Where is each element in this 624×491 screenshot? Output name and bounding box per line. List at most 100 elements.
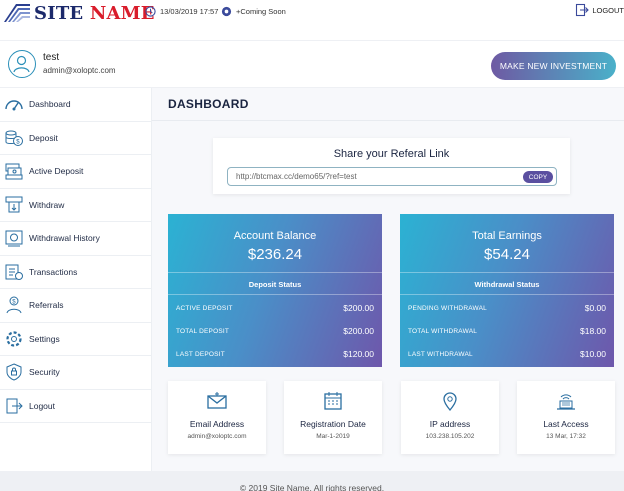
info-card-title: Registration Date <box>300 419 366 429</box>
sidebar-item-label: Deposit <box>29 132 58 143</box>
sidebar-item-settings[interactable]: Settings <box>0 323 151 356</box>
stat-row: TOTAL DEPOSIT $200.00 <box>176 325 374 337</box>
site-logo[interactable]: SITE NAME <box>2 0 155 26</box>
top-logout-label: LOGOUT <box>592 5 624 15</box>
sidebar-item-security[interactable]: Security <box>0 356 151 390</box>
datetime-display: 13/03/2019 17:57 <box>145 6 218 17</box>
info-card-value: 103.238.105.202 <box>425 433 475 440</box>
copy-button[interactable]: COPY <box>523 171 553 183</box>
avatar[interactable] <box>8 50 36 78</box>
sidebar-item-label: Active Deposit <box>29 166 84 177</box>
referral-link-text: http://btcmax.cc/demo65/?ref=test <box>236 172 357 181</box>
stat-row-label: TOTAL DEPOSIT <box>176 327 230 335</box>
stat-row: LAST WITHDRAWAL $10.00 <box>408 348 606 360</box>
email-address-card: Email Address admin@xoloptc.com <box>168 381 266 454</box>
speedometer-icon <box>4 94 24 114</box>
transactions-icon <box>4 262 24 282</box>
sidebar-item-label: Referrals <box>29 300 64 311</box>
sidebar-item-label: Logout <box>29 400 55 411</box>
divider <box>168 272 382 273</box>
coming-soon-text: +Coming Soon <box>236 7 286 16</box>
top-logout-button[interactable]: LOGOUT <box>575 3 624 17</box>
info-card-title: IP address <box>429 419 471 429</box>
sidebar-item-label: Security <box>29 367 60 378</box>
clock-icon <box>145 6 156 17</box>
sidebar-item-label: Transactions <box>29 266 78 277</box>
total-earnings-card: Total Earnings $54.24 Withdrawal Status … <box>400 214 614 367</box>
sidebar-item-label: Dashboard <box>29 99 71 110</box>
sidebar-item-referrals[interactable]: $ Referrals <box>0 289 151 323</box>
stat-row-value: $0.00 <box>584 303 606 313</box>
sidebar-item-transactions[interactable]: Transactions <box>0 256 151 289</box>
info-card-title: Email Address <box>189 419 245 429</box>
stat-row-label: ACTIVE DEPOSIT <box>176 304 233 312</box>
info-card-value: admin@xoloptc.com <box>187 433 247 440</box>
sidebar-item-deposit[interactable]: $ Deposit <box>0 122 151 155</box>
sidebar-item-active-deposit[interactable]: Active Deposit <box>0 155 151 189</box>
wifi-laptop-icon <box>557 394 575 410</box>
total-earnings-value: $54.24 <box>484 246 530 263</box>
referral-card: Share your Referal Link http://btcmax.cc… <box>213 138 570 194</box>
divider <box>168 294 382 295</box>
deposit-status-title: Deposit Status <box>248 280 302 289</box>
stat-row: LAST DEPOSIT $120.00 <box>176 348 374 360</box>
sidebar-item-label: Withdrawal History <box>29 233 100 244</box>
stat-row-value: $120.00 <box>343 349 374 359</box>
user-email: admin@xoloptc.com <box>43 66 116 75</box>
user-band: test admin@xoloptc.com MAKE NEW INVESTME… <box>0 40 624 88</box>
cash-withdraw-icon <box>4 195 24 215</box>
account-balance-value: $236.24 <box>247 246 303 263</box>
sidebar-item-label: Withdraw <box>29 199 65 210</box>
logo-site-text: SITE <box>34 2 84 24</box>
logout-icon <box>576 3 590 17</box>
main-content: DASHBOARD Share your Referal Link http:/… <box>152 88 624 471</box>
stat-row: TOTAL WITHDRAWAL $18.00 <box>408 325 606 337</box>
divider <box>400 294 614 295</box>
stat-row-label: LAST DEPOSIT <box>176 350 225 358</box>
logo-text: SITE NAME <box>34 3 155 24</box>
gear-icon <box>4 329 24 349</box>
last-access-card: Last Access 13 Mar, 17:32 <box>517 381 615 454</box>
divider <box>400 272 614 273</box>
sidebar-item-label: Settings <box>29 333 60 344</box>
sidebar-item-withdraw[interactable]: Withdraw <box>0 189 151 222</box>
withdrawal-status-title: Withdrawal Status <box>474 280 540 289</box>
stat-row-label: TOTAL WITHDRAWAL <box>408 327 478 335</box>
user-name: test <box>43 52 60 63</box>
title-divider <box>152 120 624 121</box>
sidebar-item-logout[interactable]: Logout <box>0 390 151 423</box>
info-card-title: Last Access <box>543 419 589 429</box>
stat-row-value: $200.00 <box>343 326 374 336</box>
calendar-icon <box>324 392 342 410</box>
stat-row-label: PENDING WITHDRAWAL <box>408 304 487 312</box>
referral-link-field[interactable]: http://btcmax.cc/demo65/?ref=test COPY <box>227 167 557 186</box>
account-balance-title: Account Balance <box>233 230 317 242</box>
history-icon <box>4 228 24 248</box>
user-icon <box>13 55 30 73</box>
coming-soon[interactable]: +Coming Soon <box>221 6 286 17</box>
account-balance-card: Account Balance $236.24 Deposit Status A… <box>168 214 382 367</box>
referral-title: Share your Referal Link <box>333 148 450 160</box>
info-card-value: Mar-1-2019 <box>316 433 350 440</box>
location-pin-icon <box>443 392 457 411</box>
sidebar: Dashboard $ Deposit Active Deposit Withd… <box>0 88 152 471</box>
envelope-icon <box>207 392 227 409</box>
sidebar-item-dashboard[interactable]: Dashboard <box>0 88 151 122</box>
footer: © 2019 Site Name. All rights reserved. <box>0 471 624 491</box>
top-bar: SITE NAME 13/03/2019 17:57 +Coming Soon … <box>0 0 624 26</box>
sidebar-item-withdrawal-history[interactable]: Withdrawal History <box>0 222 151 256</box>
make-new-investment-button[interactable]: MAKE NEW INVESTMENT <box>491 52 616 80</box>
stat-row-value: $200.00 <box>343 303 374 313</box>
datetime-text: 13/03/2019 17:57 <box>160 7 219 16</box>
money-stack-icon <box>4 161 24 181</box>
stat-row-value: $18.00 <box>580 326 606 336</box>
stat-row-label: LAST WITHDRAWAL <box>408 350 473 358</box>
total-earnings-title: Total Earnings <box>472 230 542 242</box>
referral-icon: $ <box>4 295 24 315</box>
stat-row: PENDING WITHDRAWAL $0.00 <box>408 302 606 314</box>
stat-row: ACTIVE DEPOSIT $200.00 <box>176 302 374 314</box>
coins-icon: $ <box>4 128 24 148</box>
ip-address-card: IP address 103.238.105.202 <box>401 381 499 454</box>
logo-mark-icon <box>2 2 32 24</box>
stat-row-value: $10.00 <box>580 349 606 359</box>
